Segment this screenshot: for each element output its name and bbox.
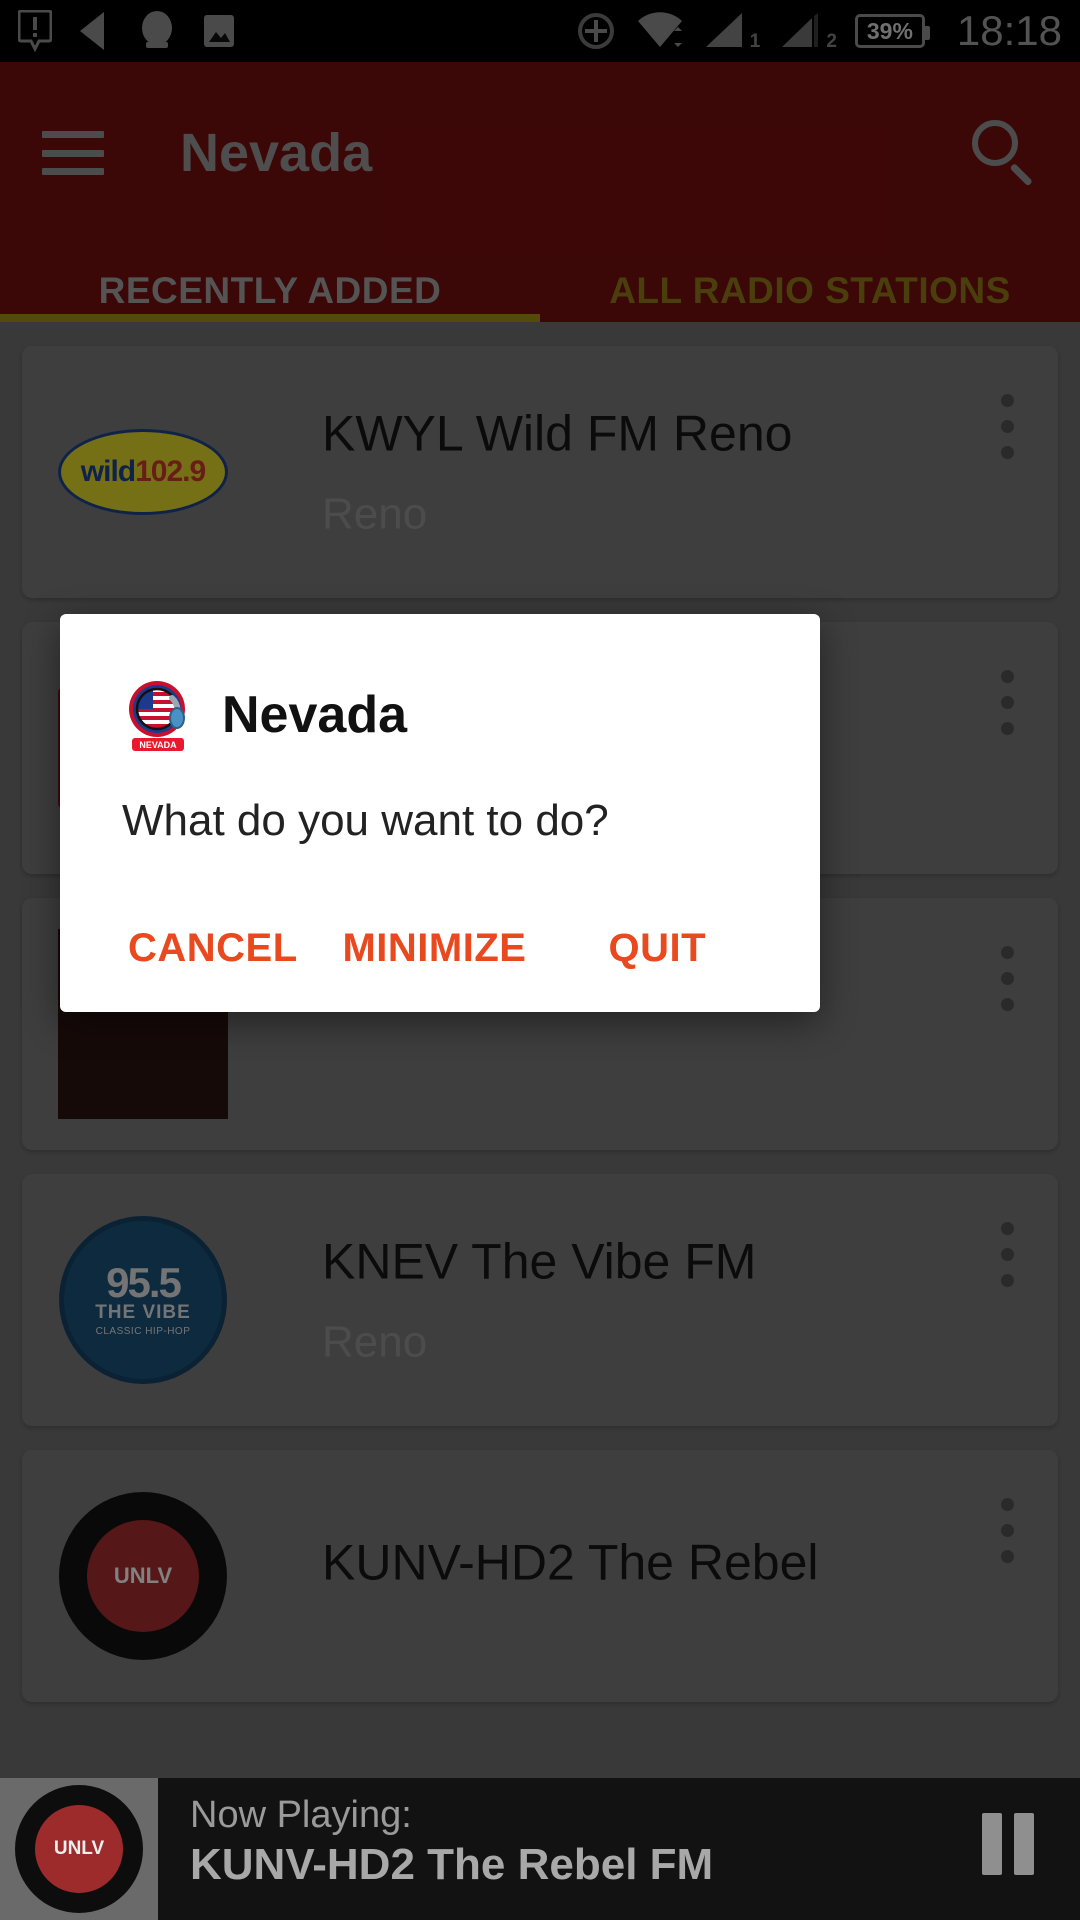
now-playing-meta: Now Playing: KUNV-HD2 The Rebel FM bbox=[158, 1778, 982, 1920]
tab-bar: RECENTLY ADDED ALL RADIO STATIONS bbox=[0, 260, 1080, 322]
unlv-rebel-radio-logo: UNLV bbox=[59, 1492, 227, 1660]
station-list[interactable]: wild 102.9 KWYL Wild FM Reno Reno 95.5 T… bbox=[0, 322, 1080, 1920]
station-logo: UNLV bbox=[58, 1491, 228, 1661]
battery-icon: 39% bbox=[854, 14, 930, 48]
dialog-title: Nevada bbox=[222, 686, 407, 744]
overflow-menu-icon[interactable] bbox=[1001, 1222, 1014, 1287]
quit-dialog: NEVADA Nevada What do you want to do? CA… bbox=[60, 614, 820, 1012]
cancel-button[interactable]: CANCEL bbox=[118, 918, 308, 979]
app-screen: 1 2 39% 18:18 Nevada RECENTLY ADDED ALL … bbox=[0, 0, 1080, 1920]
warning-icon bbox=[18, 10, 52, 52]
now-playing-artwork: UNLV bbox=[0, 1778, 158, 1920]
app-bar: Nevada bbox=[0, 62, 1080, 260]
dialog-actions: CANCEL MINIMIZE QUIT bbox=[60, 884, 820, 1012]
wild-logo-freq: 102.9 bbox=[135, 455, 206, 488]
now-playing-station: KUNV-HD2 The Rebel FM bbox=[190, 1839, 714, 1889]
overflow-menu-icon[interactable] bbox=[1001, 946, 1014, 1011]
vibe-955-logo: 95.5 THE VIBE CLASSIC HIP-HOP bbox=[59, 1216, 227, 1384]
signal-2-icon: 2 bbox=[778, 9, 837, 53]
tab-all-radio-stations-label: ALL RADIO STATIONS bbox=[609, 270, 1011, 311]
station-name: KWYL Wild FM Reno bbox=[322, 405, 793, 462]
sim-1-label: 1 bbox=[749, 31, 761, 52]
now-playing-bar[interactable]: UNLV Now Playing: KUNV-HD2 The Rebel FM bbox=[0, 1778, 1080, 1920]
hamburger-icon[interactable] bbox=[42, 131, 104, 175]
nevada-app-icon: NEVADA bbox=[122, 676, 200, 754]
search-icon[interactable] bbox=[968, 118, 1038, 188]
station-city: Reno bbox=[322, 488, 428, 538]
wifi-icon bbox=[637, 12, 682, 47]
station-name: KNEV The Vibe FM bbox=[322, 1233, 757, 1290]
dialog-message: What do you want to do? bbox=[122, 796, 609, 845]
svg-text:NEVADA: NEVADA bbox=[139, 740, 177, 750]
battery-percent: 39% bbox=[866, 17, 913, 44]
status-bar: 1 2 39% 18:18 bbox=[0, 0, 1080, 62]
signal-1-icon: 1 bbox=[702, 9, 761, 53]
unlv-logo-text: UNLV bbox=[87, 1520, 199, 1632]
chat-icon bbox=[142, 11, 172, 48]
station-name: KUNV-HD2 The Rebel bbox=[322, 1534, 819, 1591]
overflow-menu-icon[interactable] bbox=[1001, 394, 1014, 459]
list-item[interactable]: 95.5 THE VIBE CLASSIC HIP-HOP KNEV The V… bbox=[22, 1174, 1058, 1426]
image-icon bbox=[204, 15, 234, 47]
wild-1029-logo: wild 102.9 bbox=[58, 429, 228, 515]
page-title: Nevada bbox=[180, 123, 373, 183]
tab-all-radio-stations[interactable]: ALL RADIO STATIONS bbox=[540, 260, 1080, 322]
quit-button[interactable]: QUIT bbox=[598, 918, 716, 979]
tab-recently-added[interactable]: RECENTLY ADDED bbox=[0, 260, 540, 322]
sim-2-label: 2 bbox=[826, 31, 837, 52]
station-logo: wild 102.9 bbox=[58, 387, 228, 557]
tab-recently-added-label: RECENTLY ADDED bbox=[98, 270, 442, 311]
list-item[interactable]: UNLV KUNV-HD2 The Rebel bbox=[22, 1450, 1058, 1702]
wild-logo-prefix: wild bbox=[80, 455, 136, 488]
station-city: Reno bbox=[322, 1316, 428, 1366]
location-icon bbox=[577, 13, 614, 49]
station-logo: 95.5 THE VIBE CLASSIC HIP-HOP bbox=[58, 1215, 228, 1385]
overflow-menu-icon[interactable] bbox=[1001, 1498, 1014, 1563]
tab-indicator bbox=[0, 314, 540, 322]
vibe-logo-name: THE VIBE bbox=[95, 1302, 191, 1324]
minimize-button[interactable]: MINIMIZE bbox=[332, 918, 536, 979]
back-icon bbox=[80, 12, 104, 50]
overflow-menu-icon[interactable] bbox=[1001, 670, 1014, 735]
now-playing-label: Now Playing: bbox=[190, 1794, 412, 1836]
list-item[interactable]: wild 102.9 KWYL Wild FM Reno Reno bbox=[22, 346, 1058, 598]
clock: 18:18 bbox=[956, 7, 1062, 54]
pause-icon[interactable] bbox=[982, 1778, 1080, 1920]
vibe-logo-sub: CLASSIC HIP-HOP bbox=[95, 1326, 191, 1338]
vibe-logo-number: 95.5 bbox=[106, 1258, 182, 1306]
